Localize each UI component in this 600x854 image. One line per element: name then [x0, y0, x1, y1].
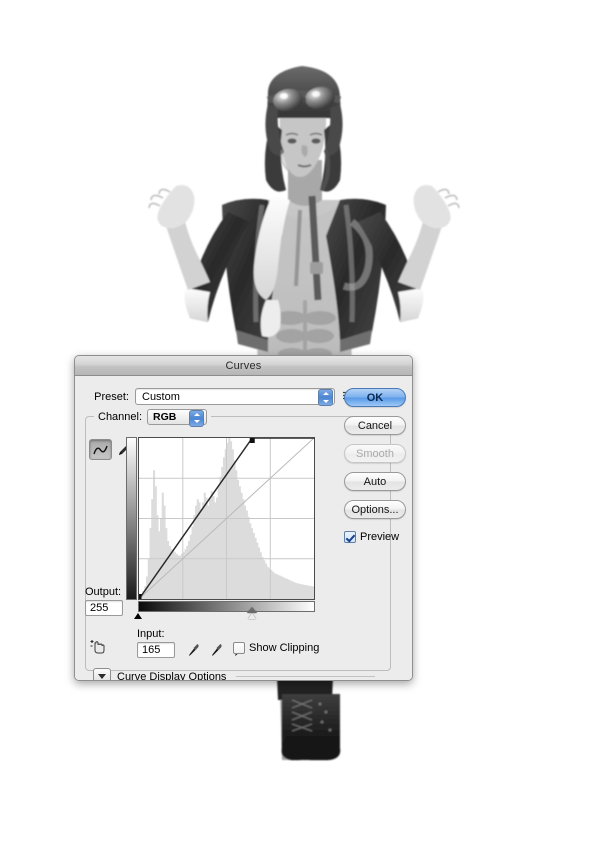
- channel-stepper[interactable]: [189, 409, 205, 427]
- curves-graph[interactable]: [138, 437, 315, 600]
- preset-value: Custom: [142, 390, 180, 403]
- output-gradient-bar: [126, 437, 137, 600]
- channel-value: RGB: [153, 410, 177, 423]
- output-label: Output:: [85, 586, 122, 598]
- input-value: 165: [142, 644, 161, 656]
- curve-display-options-row[interactable]: Curve Display Options: [93, 668, 383, 681]
- white-point-marker[interactable]: [247, 606, 258, 619]
- curve-display-options-disclosure-icon[interactable]: [93, 668, 111, 680]
- preset-row: Preset: Custom: [85, 388, 335, 406]
- cancel-button[interactable]: Cancel: [344, 416, 406, 435]
- channel-label: Channel:: [98, 410, 143, 423]
- divider-rule: [236, 676, 375, 677]
- curve-display-options-label: Curve Display Options: [117, 670, 227, 681]
- dialog-body: Preset: Custom Channel: RGB Output: 255 …: [75, 376, 412, 680]
- preview-row[interactable]: Preview: [344, 531, 406, 543]
- preset-dropdown[interactable]: Custom: [135, 388, 335, 406]
- output-input[interactable]: 255: [85, 600, 123, 616]
- dialog-button-column: OK Cancel Smooth Auto Options... Preview: [344, 388, 406, 543]
- targeted-adjustment-icon[interactable]: [89, 638, 107, 656]
- options-button[interactable]: Options...: [344, 500, 406, 519]
- channel-legend: Channel: RGB: [94, 408, 212, 427]
- preview-checkbox[interactable]: [344, 531, 356, 543]
- output-value: 255: [90, 602, 109, 614]
- black-point-marker[interactable]: [133, 613, 142, 619]
- curves-dialog: Curves Preset: Custom Channel: RGB Outpu…: [74, 355, 413, 681]
- dialog-titlebar[interactable]: Curves: [75, 356, 412, 376]
- eyedropper-gray-point-icon[interactable]: [211, 643, 223, 660]
- input-group: Input: 165: [137, 628, 175, 658]
- show-clipping-row[interactable]: Show Clipping: [233, 642, 319, 654]
- output-group: Output: 255: [85, 586, 123, 616]
- input-label: Input:: [137, 628, 165, 640]
- smooth-button: Smooth: [344, 444, 406, 463]
- show-clipping-checkbox[interactable]: [233, 642, 245, 654]
- dialog-title: Curves: [225, 359, 262, 372]
- input-gradient-bar: [138, 601, 315, 612]
- curve-tool-icon[interactable]: [89, 439, 112, 460]
- eyedropper-black-point-icon[interactable]: [188, 643, 200, 660]
- input-input[interactable]: 165: [137, 642, 175, 658]
- preview-label: Preview: [360, 531, 400, 543]
- ok-button[interactable]: OK: [344, 388, 406, 407]
- channel-dropdown[interactable]: RGB: [147, 408, 208, 427]
- preset-stepper[interactable]: [318, 389, 333, 406]
- preset-label: Preset:: [94, 390, 129, 403]
- show-clipping-label: Show Clipping: [249, 642, 320, 654]
- auto-button[interactable]: Auto: [344, 472, 406, 491]
